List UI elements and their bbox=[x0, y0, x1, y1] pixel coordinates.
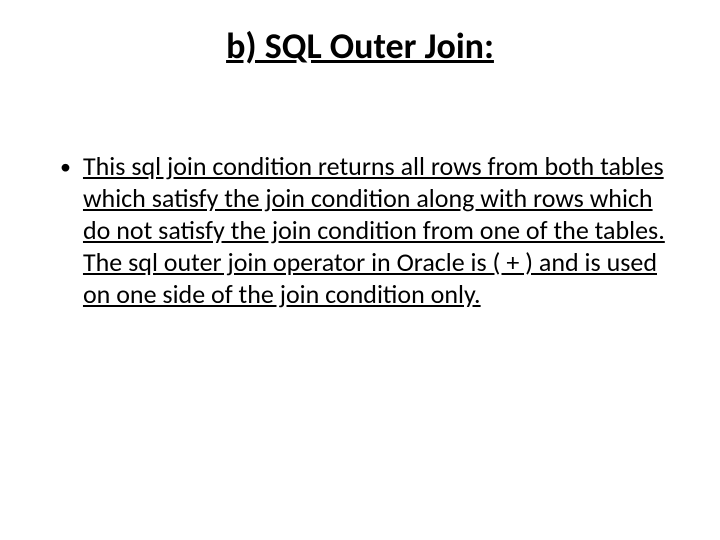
bullet-text: This sql join condition returns all rows… bbox=[83, 150, 666, 310]
bullet-item: • This sql join condition returns all ro… bbox=[54, 150, 666, 310]
slide: b) SQL Outer Join: • This sql join condi… bbox=[0, 0, 720, 540]
bullet-marker-icon: • bbox=[60, 150, 71, 184]
slide-title: b) SQL Outer Join: bbox=[0, 24, 720, 68]
slide-body: • This sql join condition returns all ro… bbox=[54, 150, 666, 310]
